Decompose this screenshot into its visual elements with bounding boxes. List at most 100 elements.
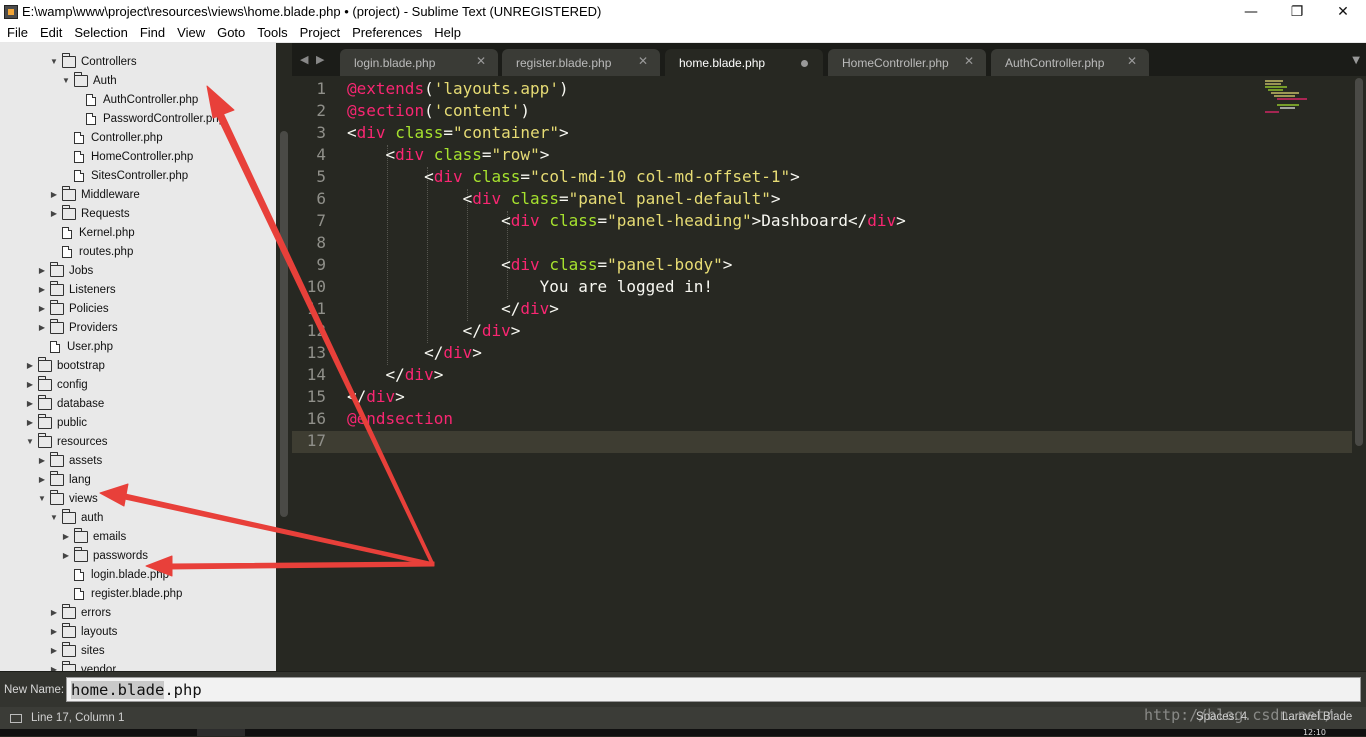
sidebar-scrollbar[interactable] — [276, 43, 292, 671]
sidebar-item-views[interactable]: ▼ views — [36, 489, 98, 508]
code-line[interactable]: <div class="row"> — [347, 145, 550, 164]
sidebar-item-register-blade-php[interactable]: register.blade.php — [72, 584, 182, 603]
menu-find[interactable]: Find — [134, 25, 171, 40]
disclosure-closed-icon[interactable]: ▶ — [36, 474, 48, 486]
disclosure-open-icon[interactable]: ▼ — [60, 75, 72, 87]
menu-help[interactable]: Help — [428, 25, 467, 40]
sidebar-item-authcontroller-php[interactable]: AuthController.php — [84, 90, 198, 109]
menu-preferences[interactable]: Preferences — [346, 25, 428, 40]
sidebar-item-passwords[interactable]: ▶ passwords — [60, 546, 148, 565]
sidebar-item-homecontroller-php[interactable]: HomeController.php — [72, 147, 193, 166]
sidebar-item-assets[interactable]: ▶ assets — [36, 451, 102, 470]
disclosure-closed-icon[interactable]: ▶ — [24, 417, 36, 429]
sidebar-item-passwordcontroller-php[interactable]: PasswordController.php — [84, 109, 225, 128]
disclosure-closed-icon[interactable]: ▶ — [36, 284, 48, 296]
tab-list-dropdown-icon[interactable]: ▼ — [1352, 55, 1360, 66]
code-line[interactable]: <div class="col-md-10 col-md-offset-1"> — [347, 167, 800, 186]
minimize-button[interactable]: — — [1228, 0, 1274, 23]
disclosure-closed-icon[interactable]: ▶ — [36, 303, 48, 315]
sidebar-item-user-php[interactable]: User.php — [48, 337, 113, 356]
sidebar-item-layouts[interactable]: ▶ layouts — [48, 622, 117, 641]
syntax-selector[interactable]: Laravel Blade — [1282, 711, 1352, 723]
disclosure-closed-icon[interactable]: ▶ — [60, 531, 72, 543]
code-editor[interactable]: 1 @extends('layouts.app') 2 @section('conte… — [292, 76, 1352, 671]
sidebar-item-lang[interactable]: ▶ lang — [36, 470, 91, 489]
sidebar-item-middleware[interactable]: ▶ Middleware — [48, 185, 140, 204]
tab-auth-controller[interactable]: AuthController.php ✕ — [991, 49, 1149, 76]
tab-close-icon[interactable]: ✕ — [1127, 54, 1137, 68]
sidebar-item-controllers[interactable]: ▼ Controllers — [48, 52, 137, 71]
menu-view[interactable]: View — [171, 25, 211, 40]
tab-login-blade[interactable]: login.blade.php ✕ — [340, 49, 498, 76]
panel-toggle-icon[interactable] — [10, 713, 22, 723]
menu-project[interactable]: Project — [294, 25, 346, 40]
disclosure-closed-icon[interactable]: ▶ — [48, 664, 60, 671]
unsaved-dot-icon[interactable] — [801, 60, 808, 67]
sidebar-item-emails[interactable]: ▶ emails — [60, 527, 126, 546]
code-line[interactable]: </div> — [347, 387, 405, 406]
sidebar-item-jobs[interactable]: ▶ Jobs — [36, 261, 93, 280]
tab-close-icon[interactable]: ✕ — [638, 54, 648, 68]
code-line[interactable]: @section('content') — [347, 101, 530, 120]
sidebar-item-auth[interactable]: ▼ auth — [48, 508, 103, 527]
code-line[interactable]: @extends('layouts.app') — [347, 79, 569, 98]
tab-scroll-right-icon[interactable]: ▶ — [316, 53, 324, 66]
disclosure-closed-icon[interactable]: ▶ — [48, 208, 60, 220]
menu-tools[interactable]: Tools — [251, 25, 293, 40]
menu-selection[interactable]: Selection — [68, 25, 133, 40]
code-line[interactable]: <div class="panel panel-default"> — [347, 189, 781, 208]
sidebar-item-listeners[interactable]: ▶ Listeners — [36, 280, 116, 299]
menu-goto[interactable]: Goto — [211, 25, 251, 40]
menu-edit[interactable]: Edit — [34, 25, 68, 40]
sidebar-item-auth[interactable]: ▼ Auth — [60, 71, 117, 90]
disclosure-closed-icon[interactable]: ▶ — [24, 360, 36, 372]
sidebar-item-controller-php[interactable]: Controller.php — [72, 128, 163, 147]
editor-scrollbar[interactable] — [1352, 76, 1366, 671]
code-line[interactable]: <div class="panel-body"> — [347, 255, 732, 274]
sidebar-scroll-thumb[interactable] — [280, 131, 288, 517]
tab-home-controller[interactable]: HomeController.php ✕ — [828, 49, 986, 76]
sidebar-item-database[interactable]: ▶ database — [24, 394, 104, 413]
sidebar-item-bootstrap[interactable]: ▶ bootstrap — [24, 356, 105, 375]
disclosure-closed-icon[interactable]: ▶ — [36, 322, 48, 334]
disclosure-closed-icon[interactable]: ▶ — [48, 626, 60, 638]
tab-scroll-left-icon[interactable]: ◀ — [300, 53, 308, 66]
minimap[interactable] — [1263, 78, 1323, 114]
disclosure-open-icon[interactable]: ▼ — [24, 436, 36, 448]
tab-close-icon[interactable]: ✕ — [964, 54, 974, 68]
code-line[interactable]: <div class="container"> — [347, 123, 569, 142]
code-line[interactable]: </div> — [347, 343, 482, 362]
tab-home-blade[interactable]: home.blade.php — [665, 49, 823, 76]
sidebar-item-login-blade-php[interactable]: login.blade.php — [72, 565, 169, 584]
sidebar-item-config[interactable]: ▶ config — [24, 375, 88, 394]
disclosure-open-icon[interactable]: ▼ — [48, 512, 60, 524]
disclosure-closed-icon[interactable]: ▶ — [36, 455, 48, 467]
code-line[interactable]: </div> — [347, 365, 444, 384]
disclosure-closed-icon[interactable]: ▶ — [36, 265, 48, 277]
taskbar-app-button[interactable] — [197, 729, 245, 736]
sidebar-item-public[interactable]: ▶ public — [24, 413, 87, 432]
indentation-setting[interactable]: Spaces: 4 — [1196, 711, 1247, 723]
disclosure-closed-icon[interactable]: ▶ — [24, 379, 36, 391]
sidebar-item-policies[interactable]: ▶ Policies — [36, 299, 109, 318]
code-line[interactable]: </div> — [347, 299, 559, 318]
disclosure-open-icon[interactable]: ▼ — [36, 493, 48, 505]
code-line[interactable]: </div> — [347, 321, 521, 340]
disclosure-closed-icon[interactable]: ▶ — [24, 398, 36, 410]
sidebar-item-sites[interactable]: ▶ sites — [48, 641, 105, 660]
close-button[interactable]: ✕ — [1320, 0, 1366, 23]
disclosure-open-icon[interactable]: ▼ — [48, 56, 60, 68]
code-line[interactable]: @endsection — [347, 409, 453, 428]
sidebar-item-resources[interactable]: ▼ resources — [24, 432, 108, 451]
new-name-input[interactable]: home.blade .php — [66, 677, 1361, 702]
disclosure-closed-icon[interactable]: ▶ — [60, 550, 72, 562]
disclosure-closed-icon[interactable]: ▶ — [48, 189, 60, 201]
sidebar-item-sitescontroller-php[interactable]: SitesController.php — [72, 166, 188, 185]
sidebar-item-vendor[interactable]: ▶ vendor — [48, 660, 116, 671]
maximize-button[interactable]: ❐ — [1274, 0, 1320, 23]
sidebar-item-routes-php[interactable]: routes.php — [60, 242, 133, 261]
menu-file[interactable]: File — [0, 25, 34, 40]
editor-scroll-thumb[interactable] — [1355, 78, 1363, 446]
code-line[interactable]: You are logged in! — [347, 277, 713, 296]
sidebar-item-providers[interactable]: ▶ Providers — [36, 318, 118, 337]
